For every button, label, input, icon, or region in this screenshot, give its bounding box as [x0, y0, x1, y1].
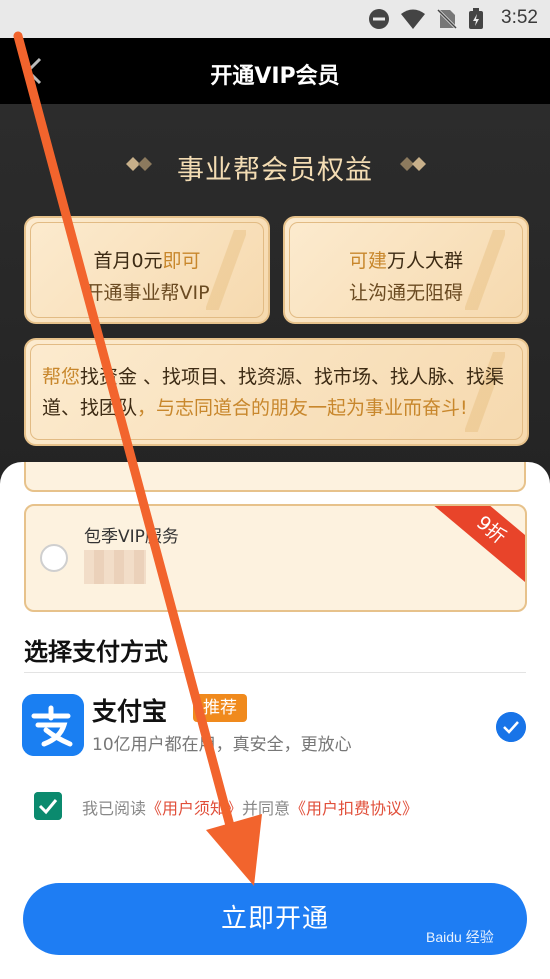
- benefit-card-resources: 帮您找资金 、找项目、找资源、找市场、找人脉、找渠道、找团队，与志同道合的朋友一…: [24, 338, 529, 446]
- status-bar: 3:52: [0, 0, 550, 38]
- agreement-checkbox[interactable]: [34, 792, 62, 820]
- benefit-card-highlight: 即可: [162, 250, 201, 272]
- benefit-card-highlight: 可建: [348, 250, 387, 272]
- plan-card-quarterly[interactable]: 包季VIP服务 9折: [24, 504, 527, 612]
- diamond-decoration-icon: [400, 157, 426, 171]
- recommend-badge: 推荐: [193, 694, 247, 722]
- agreement-middle: 并同意: [242, 799, 291, 818]
- dnd-icon: [369, 9, 389, 29]
- benefit-card-subtext: 让沟通无阻碍: [348, 282, 463, 304]
- selected-check-icon[interactable]: [496, 712, 526, 742]
- no-sim-icon: [436, 8, 458, 30]
- alipay-description: 10亿用户都在用，真安全，更放心: [92, 735, 352, 755]
- payment-section-title: 选择支付方式: [24, 638, 168, 666]
- benefit-card-subtext: 开通事业帮VIP: [84, 282, 210, 304]
- benefit-card-highlight: ，与志同道合的朋友一起为事业而奋斗!: [137, 397, 468, 419]
- benefit-card-first-month: 首月0元即可 开通事业帮VIP: [24, 216, 270, 324]
- plan-name: 包季VIP服务: [84, 527, 179, 547]
- plan-radio[interactable]: [40, 544, 68, 572]
- benefit-card-highlight: 帮您: [42, 366, 81, 388]
- benefits-section: 事业帮会员权益 首月0元即可 开通事业帮VIP 可建万人大群 让沟通无阻碍 帮您…: [0, 104, 550, 484]
- alipay-name[interactable]: 支付宝: [92, 692, 167, 728]
- agreement-text: 我已阅读《用户须知》并同意《用户扣费协议》: [82, 795, 418, 819]
- plan-price-blurred: [84, 550, 146, 584]
- billing-agreement-link[interactable]: 《用户扣费协议》: [290, 799, 418, 818]
- alipay-logo-icon: [22, 694, 84, 756]
- app-bar: 开通VIP会员: [0, 38, 550, 104]
- user-notice-link[interactable]: 《用户须知》: [146, 799, 242, 818]
- purchase-sheet: 包季VIP服务 9折 选择支付方式 支付宝 推荐 10亿用户都在用，真安全，更放…: [0, 462, 550, 979]
- benefit-card-text: 万人大群: [387, 250, 464, 272]
- status-time: 3:52: [501, 7, 538, 28]
- benefits-title: 事业帮会员权益: [177, 155, 373, 186]
- benefit-card-big-group: 可建万人大群 让沟通无阻碍: [283, 216, 529, 324]
- wifi-icon: [401, 9, 425, 29]
- discount-badge: 9折: [425, 506, 525, 589]
- divider: [24, 672, 526, 673]
- agreement-prefix: 我已阅读: [82, 799, 147, 818]
- benefit-card-text: 首月0元: [93, 250, 163, 272]
- battery-charging-icon: [469, 8, 483, 29]
- plan-card-partial[interactable]: [24, 462, 526, 492]
- page-title: 开通VIP会员: [210, 64, 340, 89]
- baidu-watermark: Baidu 经验: [426, 929, 494, 945]
